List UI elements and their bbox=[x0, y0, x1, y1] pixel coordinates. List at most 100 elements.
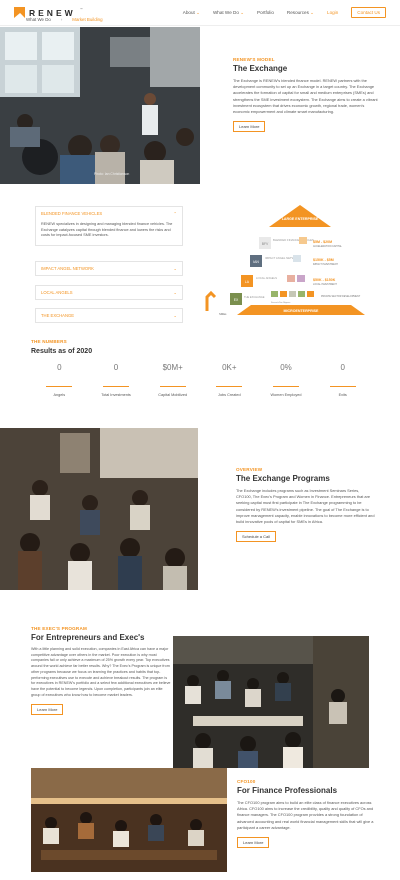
cfo-learn-more-button[interactable]: Learn More bbox=[237, 837, 270, 849]
stat-exits: 0 Exits bbox=[314, 362, 371, 397]
row-sub: IMPACT INVESTMENT bbox=[313, 263, 338, 266]
exchange-learn-more-button[interactable]: Learn More bbox=[233, 121, 266, 133]
exchange-section: RENEW'S MODEL The Exchange The Exchange … bbox=[233, 57, 381, 133]
accordion-blended-finance: BLENDED FINANCE VEHICLES ⌃ RENEW special… bbox=[35, 206, 183, 246]
nav-item-about[interactable]: About ⌄ bbox=[183, 10, 200, 16]
accordion-title: IMPACT ANGEL NETWORK bbox=[41, 266, 94, 271]
breadcrumb-separator: › bbox=[60, 17, 63, 22]
programs-photo bbox=[0, 428, 198, 590]
badge-ian-text: IAN bbox=[253, 260, 259, 264]
execs-section: THE EXEC'S PROGRAM For Entrepreneurs and… bbox=[31, 626, 171, 716]
cfo-photo bbox=[31, 768, 227, 872]
accordion-the-exchange: THE EXCHANGE ⌄ bbox=[35, 308, 183, 323]
login-link[interactable]: Login bbox=[327, 10, 338, 15]
stat-value: $0M+ bbox=[162, 363, 183, 372]
programs-kicker: OVERVIEW bbox=[236, 467, 263, 472]
stat-women-employed: 0% Women Employed bbox=[258, 362, 315, 397]
row-label: BLENDED FINANCE VEHICLES bbox=[273, 238, 314, 242]
hero-photo bbox=[0, 27, 200, 184]
cfo-section: CFO100 For Finance Professionals The CFO… bbox=[237, 779, 377, 849]
programs-body: The Exchange includes programs such as I… bbox=[236, 488, 375, 525]
stat-value: 0% bbox=[280, 363, 292, 372]
pyramid-top-label: LARGE ENTERPRISE bbox=[282, 217, 319, 221]
chevron-down-icon: ⌄ bbox=[310, 9, 315, 15]
execs-title: For Entrepreneurs and Exec's bbox=[31, 633, 145, 642]
execs-learn-more-button[interactable]: Learn More bbox=[31, 704, 64, 716]
stat-divider bbox=[273, 386, 300, 387]
logo-mark-icon bbox=[14, 7, 25, 18]
classroom-photo-illustration bbox=[0, 27, 200, 184]
site-header: RENEW ™ About ⌄ What We Do ⌄ Portfolio R… bbox=[0, 0, 400, 26]
stat-label: Jobs Created bbox=[218, 393, 241, 397]
breadcrumb: What We Do › Market Building bbox=[26, 17, 103, 22]
subnav-market-building[interactable]: Market Building bbox=[72, 17, 102, 22]
schedule-call-button[interactable]: Schedule a Call bbox=[236, 531, 277, 543]
stat-angels: 0 Angels bbox=[31, 362, 88, 397]
accordion-header[interactable]: IMPACT ANGEL NETWORK ⌄ bbox=[36, 262, 182, 275]
execs-body: With a little planning and solid executi… bbox=[31, 647, 171, 697]
stat-divider bbox=[216, 386, 243, 387]
chevron-up-icon: ⌃ bbox=[173, 211, 177, 216]
accordion-header[interactable]: LOCAL ANGELS ⌄ bbox=[36, 286, 182, 299]
diagram-row-la: LA LOCAL ANGELS $50K - $150K LOCAL INVES… bbox=[241, 275, 337, 287]
stat-divider bbox=[103, 386, 129, 387]
stat-divider bbox=[159, 386, 186, 387]
nav-item-what-we-do[interactable]: What We Do ⌄ bbox=[213, 10, 244, 16]
numbers-title: Results as of 2020 bbox=[31, 348, 93, 355]
chevron-down-icon: ⌄ bbox=[240, 9, 245, 15]
accordion-title: THE EXCHANGE bbox=[41, 313, 75, 318]
chevron-down-icon: ⌄ bbox=[173, 266, 177, 271]
chevron-down-icon: ⌄ bbox=[173, 290, 177, 295]
diagram-tag: Research/Due Diligence bbox=[271, 302, 290, 304]
stat-label: Exits bbox=[338, 393, 347, 397]
cfo-title: For Finance Professionals bbox=[237, 786, 338, 795]
logo-text: RENEW bbox=[29, 7, 76, 18]
stat-capital-mobilized: $0M+ Capital Mobilized bbox=[144, 362, 201, 397]
row-amount: $5M - $20M bbox=[313, 240, 332, 244]
stats-row: 0 Angels 0 Total Investments $0M+ Capital M… bbox=[31, 362, 371, 397]
stat-value: 0K+ bbox=[222, 363, 237, 372]
logo-tm: ™ bbox=[79, 7, 83, 11]
accordion-impact-angel: IMPACT ANGEL NETWORK ⌄ bbox=[35, 261, 183, 276]
stat-value: 0 bbox=[340, 363, 345, 372]
stat-value: 0 bbox=[57, 363, 62, 372]
smes-label: SMEs bbox=[219, 312, 227, 316]
nav-item-portfolio[interactable]: Portfolio bbox=[257, 10, 274, 15]
contact-button[interactable]: Contact Us bbox=[351, 7, 386, 18]
badge-ex-text: EX bbox=[234, 298, 239, 302]
nav-label: Resources bbox=[286, 9, 309, 15]
execs-photo bbox=[173, 636, 369, 768]
growth-arrow-icon bbox=[205, 290, 217, 311]
accordion-local-angels: LOCAL ANGELS ⌄ bbox=[35, 285, 183, 300]
accordion-header[interactable]: BLENDED FINANCE VEHICLES ⌃ bbox=[36, 207, 182, 220]
stat-divider bbox=[46, 386, 73, 387]
row-label: LOCAL ANGELS bbox=[256, 276, 277, 280]
badge-la-text: LA bbox=[245, 280, 250, 284]
exchange-kicker: RENEW'S MODEL bbox=[233, 57, 275, 62]
chevron-down-icon: ⌄ bbox=[173, 313, 177, 318]
page: RENEW ™ About ⌄ What We Do ⌄ Portfolio R… bbox=[0, 0, 400, 880]
row-label: THE EXCHANGE bbox=[244, 295, 265, 299]
nav-label: About bbox=[182, 9, 195, 15]
stat-label: Capital Mobilized bbox=[158, 393, 188, 397]
exchange-body: The Exchange is RENEW's blended finance … bbox=[233, 78, 378, 115]
subnav-what-we-do[interactable]: What We Do bbox=[26, 17, 51, 22]
diagram-row-ian: IAN IMPACT ANGEL NETWORK $150K - $5M IMP… bbox=[250, 255, 338, 267]
programs-title: The Exchange Programs bbox=[236, 474, 330, 483]
stat-divider bbox=[329, 386, 356, 387]
stat-total-investments: 0 Total Investments bbox=[88, 362, 145, 397]
stat-label: Angels bbox=[53, 393, 66, 397]
accordion-body: RENEW specializes in designing and manag… bbox=[41, 222, 173, 238]
accordion-header[interactable]: THE EXCHANGE ⌄ bbox=[36, 309, 182, 322]
numbers-kicker: THE NUMBERS bbox=[31, 339, 67, 344]
row-sub: LOCAL INVESTMENT bbox=[313, 283, 337, 286]
photo-credit: Photo: Ian Christianson bbox=[94, 172, 130, 176]
stat-label: Women Employed bbox=[270, 393, 302, 397]
nav-item-resources[interactable]: Resources ⌄ bbox=[287, 10, 314, 16]
stat-jobs-created: 0K+ Jobs Created bbox=[201, 362, 258, 397]
pyramid-base-label: MICROENTERPRISE bbox=[284, 309, 320, 313]
diagram-row-bfv: BFV BLENDED FINANCE VEHICLES $5M - $20M … bbox=[259, 237, 343, 249]
pyramid-top bbox=[269, 205, 331, 227]
row-amount: $50K - $150K bbox=[313, 278, 336, 282]
row-sub: ACCELERATION CAPITAL bbox=[313, 245, 343, 248]
